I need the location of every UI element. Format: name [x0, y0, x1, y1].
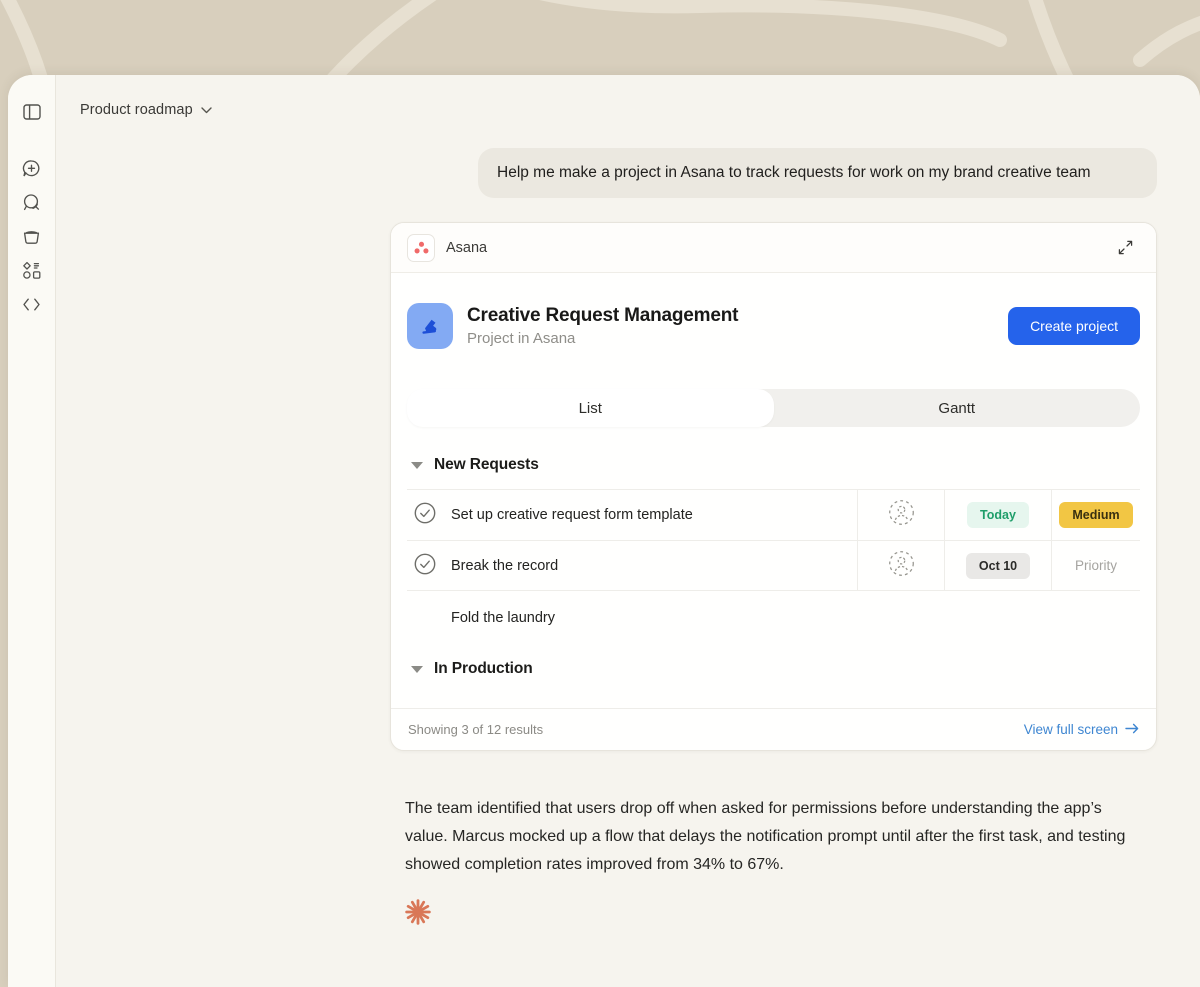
tab-list[interactable]: List [407, 389, 774, 427]
assistant-message: The team identified that users drop off … [405, 795, 1146, 879]
conversation-title-menu[interactable]: Product roadmap [80, 101, 212, 119]
check-circle-icon[interactable] [414, 502, 436, 528]
task-name-cell: Break the record [407, 541, 857, 590]
priority-badge: Medium [1059, 502, 1132, 528]
app-window: Product roadmap Help me make a project i… [8, 75, 1200, 987]
avatar-placeholder-icon [888, 550, 915, 582]
view-tabs: List Gantt [407, 389, 1140, 427]
project-subtitle: Project in Asana [467, 330, 738, 347]
assignee-cell[interactable] [857, 541, 944, 590]
task-name-cell: Set up creative request form template [407, 490, 857, 540]
asana-card-header: Asana [391, 223, 1156, 273]
view-full-screen-link[interactable]: View full screen [1024, 722, 1139, 737]
claude-spark-icon [403, 897, 433, 927]
main-area: Product roadmap Help me make a project i… [56, 75, 1200, 987]
results-count: Showing 3 of 12 results [408, 722, 543, 737]
assignee-cell[interactable] [857, 490, 944, 540]
check-circle-icon[interactable] [414, 553, 436, 579]
project-texts: Creative Request Management Project in A… [467, 305, 738, 347]
section-in-production[interactable]: In Production [407, 660, 1140, 678]
sidebar-toggle-icon[interactable] [17, 97, 47, 127]
sidebar [8, 75, 56, 987]
chat-column: Help me make a project in Asana to track… [390, 148, 1157, 927]
sidebar-icon-group [17, 153, 47, 319]
asana-logo-icon [407, 234, 435, 262]
caret-down-icon [411, 666, 423, 673]
tools-icon[interactable] [17, 255, 47, 285]
tab-gantt[interactable]: Gantt [774, 389, 1141, 427]
archive-icon[interactable] [17, 221, 47, 251]
task-row-plain[interactable]: Fold the laundry [407, 591, 1140, 627]
project-avatar-icon [407, 303, 453, 349]
due-date-cell[interactable]: Oct 10 [944, 541, 1051, 590]
chevron-down-icon [201, 101, 212, 119]
priority-cell[interactable]: Medium [1051, 490, 1140, 540]
due-date-cell[interactable]: Today [944, 490, 1051, 540]
avatar-placeholder-icon [888, 499, 915, 531]
section-new-requests[interactable]: New Requests [407, 456, 1140, 474]
asana-card-body: Creative Request Management Project in A… [391, 303, 1156, 678]
table-row[interactable]: Break the record [407, 540, 1140, 591]
code-icon[interactable] [17, 289, 47, 319]
table-row[interactable]: Set up creative request form template [407, 489, 1140, 540]
card-app-name: Asana [446, 240, 487, 256]
priority-cell[interactable]: Priority [1051, 541, 1140, 590]
due-date-badge: Oct 10 [966, 553, 1030, 579]
chat-history-icon[interactable] [17, 187, 47, 217]
priority-placeholder: Priority [1075, 558, 1117, 573]
new-chat-icon[interactable] [17, 153, 47, 183]
task-table: Set up creative request form template [407, 489, 1140, 591]
user-message-bubble: Help me make a project in Asana to track… [478, 148, 1157, 198]
asana-card-footer: Showing 3 of 12 results View full screen [391, 708, 1156, 750]
project-header-row: Creative Request Management Project in A… [407, 303, 1140, 349]
asana-card: Asana [390, 222, 1157, 751]
caret-down-icon [411, 462, 423, 469]
conversation-title: Product roadmap [80, 102, 193, 118]
project-title: Creative Request Management [467, 305, 738, 327]
create-project-button[interactable]: Create project [1008, 307, 1140, 345]
expand-icon[interactable] [1110, 233, 1140, 263]
arrow-right-icon [1125, 722, 1139, 737]
due-date-badge: Today [967, 502, 1029, 528]
